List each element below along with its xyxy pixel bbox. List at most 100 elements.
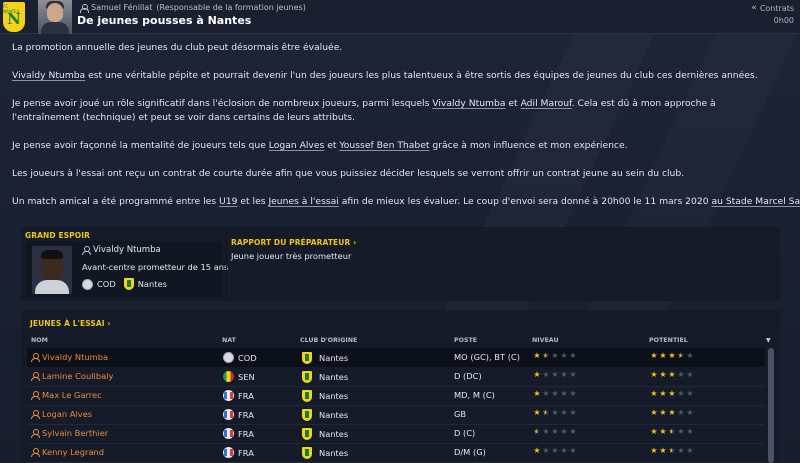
club-cell[interactable]: Nantes	[302, 447, 348, 459]
player-link[interactable]: Youssef Ben Thabet	[339, 140, 429, 151]
club-cell[interactable]: Nantes	[302, 371, 348, 383]
prospect-club[interactable]: Nantes	[138, 279, 167, 289]
nationality-cell[interactable]: FRA	[223, 390, 254, 401]
sender-name[interactable]: Samuel Fénillat	[91, 3, 152, 12]
nantes-crest-icon	[302, 409, 312, 421]
player-name[interactable]: Max Le Garrec	[42, 390, 102, 400]
nationality-cell[interactable]: SEN	[223, 371, 255, 382]
star-icon: ★	[569, 446, 577, 455]
message-paragraph: La promotion annuelle des jeunes du club…	[12, 42, 343, 53]
club-cell[interactable]: Nantes	[302, 428, 348, 440]
table-row[interactable]: Vivaldy Ntumba COD Nantes MO (GC), BT (C) ★ ★…	[27, 348, 765, 367]
club-badge-icon[interactable]: FC NANTES N	[3, 2, 25, 32]
club-cell[interactable]: Nantes	[302, 409, 348, 421]
team-link[interactable]: Jeunes à l'essai	[268, 196, 338, 207]
contracts-tag[interactable]: « Contrats 0h00	[751, 3, 794, 25]
player-name[interactable]: Logan Alves	[42, 409, 92, 419]
star-icon: ★	[659, 446, 667, 455]
player-name-cell[interactable]: Max Le Garrec	[31, 390, 102, 400]
player-link[interactable]: Vivaldy Ntumba	[12, 70, 85, 81]
venue-link[interactable]: au Stade Marcel Saupin	[711, 196, 800, 207]
table-row[interactable]: Kenny Legrand FRA Nantes D/M (G) ★ ★ ★ ★ ★ ★ ★ ★ ★ ★	[27, 443, 765, 462]
nantes-crest-icon	[123, 278, 134, 290]
star-rating: ★ ★ ★ ★ ★	[650, 371, 694, 379]
table-row[interactable]: Max Le Garrec FRA Nantes MD, M (C) ★ ★ ★ ★ ★ ★ ★ ★ ★…	[27, 386, 765, 405]
star-icon: ★	[677, 408, 685, 417]
star-icon: ★	[551, 427, 559, 436]
nantes-crest-icon	[302, 352, 312, 364]
player-name[interactable]: Lamine Coulibaly	[42, 371, 113, 381]
star-icon: ★	[551, 370, 559, 379]
scrollbar[interactable]	[768, 348, 774, 463]
nantes-crest-icon	[302, 428, 312, 440]
prospect-name[interactable]: Vivaldy Ntumba	[93, 245, 161, 255]
coach-report-text: Jeune joueur très prometteur	[231, 251, 352, 261]
club-cell[interactable]: Nantes	[302, 352, 348, 364]
star-icon: ★	[533, 446, 541, 455]
star-icon: ★	[686, 370, 694, 379]
table-row[interactable]: Logan Alves FRA Nantes GB ★ ★ ★ ★ ★ ★ ★ ★ ★ ★	[27, 405, 765, 424]
nationality-cell[interactable]: FRA	[223, 428, 254, 439]
star-icon: ★	[659, 389, 667, 398]
star-icon: ★	[569, 351, 577, 360]
trial-players-panel: JEUNES À L'ESSAI › NOM NAT CLUB D'ORIGIN…	[21, 310, 780, 463]
table-row[interactable]: Lamine Coulibaly SEN Nantes D (DC) ★ ★ ★ ★ ★ ★ ★ ★ ★…	[27, 367, 765, 386]
contracts-label: Contrats	[759, 3, 794, 13]
player-name-cell[interactable]: Logan Alves	[31, 409, 92, 419]
column-header-position[interactable]: POSTE	[454, 337, 477, 344]
star-icon: ★	[686, 389, 694, 398]
player-name[interactable]: Kenny Legrand	[42, 447, 104, 457]
sort-down-icon[interactable]: ▼	[766, 337, 771, 344]
star-icon: ★	[551, 351, 559, 360]
flag-fra-icon	[223, 447, 234, 458]
player-name-cell[interactable]: Lamine Coulibaly	[31, 371, 113, 381]
column-header-ability[interactable]: NIVEAU	[532, 337, 559, 344]
prospect-nationality[interactable]: COD	[97, 279, 116, 289]
player-name-cell[interactable]: Sylvain Berthier	[31, 428, 108, 438]
coach-report-link[interactable]: RAPPORT DU PRÉPARATEUR ›	[231, 238, 356, 247]
sender-avatar[interactable]	[38, 0, 72, 34]
team-link[interactable]: U19	[219, 196, 237, 207]
star-icon: ★	[668, 389, 676, 398]
potential-cell: ★ ★ ★ ★ ★	[650, 428, 694, 436]
column-header-club[interactable]: CLUB D'ORIGINE	[300, 337, 357, 344]
star-icon: ★	[659, 370, 667, 379]
ability-cell: ★ ★ ★ ★ ★	[533, 409, 577, 417]
player-link[interactable]: Adil Marouf	[521, 98, 572, 109]
sender-role: (Responsable de la formation jeunes)	[156, 3, 306, 12]
player-photo[interactable]	[32, 246, 72, 294]
potential-cell: ★ ★ ★ ★ ★	[650, 390, 694, 398]
position-text: D (DC)	[454, 371, 482, 381]
player-name-cell[interactable]: Vivaldy Ntumba	[31, 352, 108, 362]
column-header-name[interactable]: NOM	[31, 337, 48, 344]
star-rating: ★ ★ ★ ★ ★	[650, 447, 694, 455]
star-icon: ★	[650, 408, 658, 417]
prospect-title: GRAND ESPOIR	[25, 231, 91, 240]
club-name: Nantes	[319, 429, 349, 439]
player-link[interactable]: Vivaldy Ntumba	[432, 98, 505, 109]
flag-sen-icon	[223, 371, 234, 382]
chevron-right-icon: ›	[350, 238, 357, 247]
star-icon: ★	[560, 427, 568, 436]
column-header-nat[interactable]: NAT	[222, 337, 236, 344]
player-name[interactable]: Vivaldy Ntumba	[42, 352, 108, 362]
player-link[interactable]: Logan Alves	[269, 140, 325, 151]
star-icon: ★	[650, 370, 658, 379]
sender-line: Samuel Fénillat (Responsable de la forma…	[80, 3, 306, 13]
nationality-cell[interactable]: COD	[223, 352, 257, 363]
message-paragraph: Je pense avoir façonné la mentalité de j…	[12, 139, 628, 151]
prospect-card[interactable]: Vivaldy Ntumba Avant-centre prometteur d…	[25, 241, 228, 297]
player-name[interactable]: Sylvain Berthier	[42, 428, 108, 438]
club-cell[interactable]: Nantes	[302, 390, 348, 402]
player-name-cell[interactable]: Kenny Legrand	[31, 447, 104, 457]
column-header-potential[interactable]: POTENTIEL	[649, 337, 688, 344]
scrollbar-thumb[interactable]	[768, 348, 774, 463]
star-icon: ★	[668, 351, 676, 360]
table-row[interactable]: Sylvain Berthier FRA Nantes D (C) ★ ★ ★ ★ ★ ★ ★ ★ ★ ★	[27, 424, 765, 443]
star-icon: ★	[542, 408, 550, 417]
divider	[226, 227, 227, 301]
nationality-cell[interactable]: FRA	[223, 447, 254, 458]
trial-players-link[interactable]: JEUNES À L'ESSAI ›	[30, 319, 111, 328]
nationality-cell[interactable]: FRA	[223, 409, 254, 420]
person-icon	[31, 448, 40, 457]
